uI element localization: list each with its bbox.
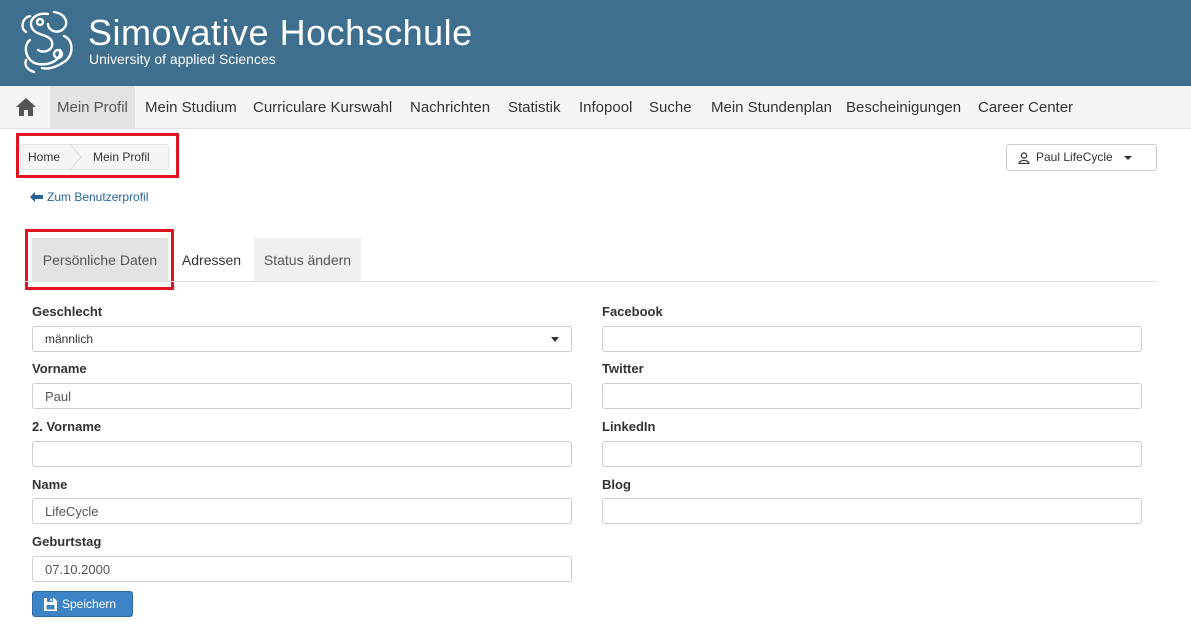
back-to-profile-link[interactable]: Zum Benutzerprofil — [30, 190, 148, 204]
facebook-field[interactable] — [602, 326, 1142, 352]
save-button-label: Speichern — [62, 597, 117, 611]
breadcrumb-current: Mein Profil — [93, 150, 150, 164]
breadcrumb: Home Mein Profil — [20, 144, 169, 170]
tab-divider — [24, 281, 1157, 282]
linkedin-label: LinkedIn — [602, 419, 656, 434]
gender-label: Geschlecht — [32, 304, 103, 319]
tab-persoenliche-daten[interactable]: Persönliche Daten — [32, 238, 168, 281]
facebook-label: Facebook — [602, 304, 663, 319]
nav-item-mein-studium[interactable]: Mein Studium — [138, 86, 244, 128]
twitter-label: Twitter — [602, 361, 644, 376]
main-navigation: Mein Profil Mein Studium Curriculare Kur… — [0, 86, 1191, 129]
site-header: Simovative Hochschule University of appl… — [0, 0, 1191, 86]
firstname-label: Vorname — [32, 361, 87, 376]
chevron-down-icon — [551, 337, 559, 342]
lastname-label: Name — [32, 477, 68, 492]
nav-item-suche[interactable]: Suche — [642, 86, 699, 128]
floppy-disk-icon — [44, 598, 57, 611]
birthday-label: Geburtstag — [32, 534, 102, 549]
gender-select-value: männlich — [45, 332, 94, 346]
arrow-left-icon — [30, 192, 43, 202]
user-menu-button[interactable]: Paul LifeCycle — [1006, 144, 1157, 171]
tab-adressen[interactable]: Adressen — [174, 238, 249, 281]
linkedin-field[interactable] — [602, 441, 1142, 467]
user-icon — [1018, 152, 1030, 164]
nav-item-curriculare-kurswahl[interactable]: Curriculare Kurswahl — [246, 86, 399, 128]
blog-field[interactable] — [602, 498, 1142, 524]
twitter-field[interactable] — [602, 383, 1142, 409]
blog-label: Blog — [602, 477, 631, 492]
tab-status-aendern[interactable]: Status ändern — [254, 238, 361, 281]
secondname-label: 2. Vorname — [32, 419, 102, 434]
secondname-field[interactable] — [32, 441, 572, 467]
nav-item-mein-stundenplan[interactable]: Mein Stundenplan — [704, 86, 839, 128]
breadcrumb-separator-icon — [69, 144, 82, 170]
nav-item-infopool[interactable]: Infopool — [572, 86, 639, 128]
birthday-field[interactable] — [32, 556, 572, 582]
nav-item-statistik[interactable]: Statistik — [501, 86, 568, 128]
gender-select[interactable]: männlich — [32, 326, 572, 352]
university-logo-icon — [21, 10, 73, 74]
save-button[interactable]: Speichern — [32, 591, 133, 617]
home-icon[interactable] — [14, 95, 38, 119]
caret-down-icon — [1124, 156, 1132, 160]
user-menu-label: Paul LifeCycle — [1036, 150, 1113, 164]
back-link-label: Zum Benutzerprofil — [47, 190, 149, 204]
site-title: Simovative Hochschule — [88, 12, 473, 53]
nav-item-mein-profil[interactable]: Mein Profil — [50, 86, 135, 128]
nav-item-career-center[interactable]: Career Center — [971, 86, 1080, 128]
nav-item-bescheinigungen[interactable]: Bescheinigungen — [839, 86, 968, 128]
lastname-field[interactable] — [32, 498, 572, 524]
nav-item-nachrichten[interactable]: Nachrichten — [403, 86, 497, 128]
site-subtitle: University of applied Sciences — [89, 51, 276, 67]
breadcrumb-home-link[interactable]: Home — [28, 145, 60, 169]
firstname-field[interactable] — [32, 383, 572, 409]
